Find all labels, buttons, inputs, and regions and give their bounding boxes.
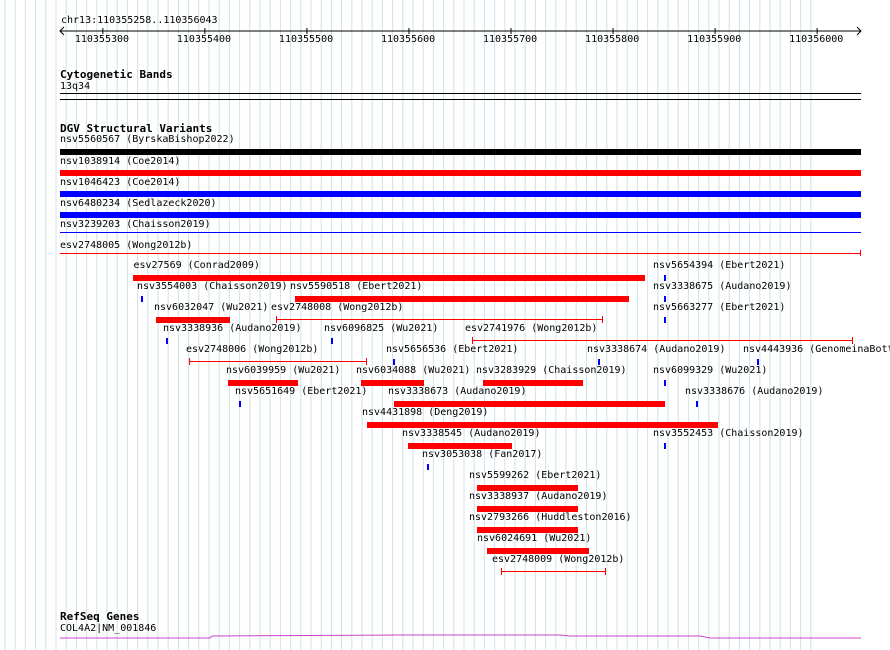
ruler-tick-label: 110355400 (176, 34, 232, 45)
variant-label[interactable]: nsv3338674 (Audano2019) (587, 344, 725, 356)
variant-feature[interactable] (166, 338, 169, 344)
variant-feature[interactable] (664, 443, 667, 449)
variant-label[interactable]: nsv6099329 (Wu2021) (653, 365, 767, 377)
variant-feature[interactable] (695, 401, 698, 407)
variant-label[interactable]: nsv3338936 (Audano2019) (163, 323, 301, 335)
coordinate-ruler[interactable] (0, 24, 890, 50)
gene-feature[interactable] (0, 632, 890, 644)
variant-label[interactable]: nsv3338675 (Audano2019) (653, 281, 791, 293)
variant-label[interactable]: nsv5560567 (ByrskaBishop2022) (60, 134, 235, 146)
cytoband-line-bottom (60, 99, 861, 100)
variant-label[interactable]: esv2748008 (Wong2012b) (271, 302, 403, 314)
cytoband-track-title[interactable]: Cytogenetic Bands (60, 68, 173, 81)
cytoband-label: 13q34 (60, 81, 91, 92)
variant-feature[interactable] (331, 338, 334, 344)
variant-label[interactable]: nsv3338937 (Audano2019) (469, 491, 607, 503)
variant-feature[interactable] (472, 340, 853, 341)
variant-feature[interactable] (60, 253, 861, 254)
variant-feature[interactable] (188, 361, 368, 362)
variant-feature[interactable] (664, 317, 667, 323)
variant-feature[interactable] (60, 149, 861, 155)
genome-browser-view: chr13:110355258..110356043 110355300 1103… (0, 0, 890, 650)
variant-label[interactable]: esv2748005 (Wong2012b) (60, 240, 192, 252)
variant-label[interactable]: nsv5599262 (Ebert2021) (469, 470, 601, 482)
variant-label[interactable]: nsv6480234 (Sedlazeck2020) (60, 198, 217, 210)
variant-label[interactable]: nsv1038914 (Coe2014) (60, 156, 180, 168)
ruler-tick-label: 110355800 (585, 34, 640, 45)
variant-label[interactable]: nsv5656536 (Ebert2021) (386, 344, 518, 356)
gridlines (4, 0, 812, 650)
variant-label[interactable]: esv2748009 (Wong2012b) (492, 554, 624, 566)
variant-feature[interactable] (60, 170, 861, 176)
ruler-tick-label: 110355600 (380, 34, 436, 45)
variant-feature[interactable] (500, 571, 606, 572)
variant-label[interactable]: nsv3338676 (Audano2019) (685, 386, 823, 398)
variant-label[interactable]: nsv6034088 (Wu2021) (356, 365, 470, 377)
variant-label[interactable]: nsv4443936 (GenomeinaBottle2016) (743, 344, 890, 356)
variant-label[interactable]: nsv2793266 (Huddleston2016) (469, 512, 632, 524)
variant-label[interactable]: nsv3283929 (Chaisson2019) (476, 365, 627, 377)
variant-label[interactable]: nsv6032047 (Wu2021) (154, 302, 268, 314)
cytoband-line-top (60, 93, 861, 94)
variant-label[interactable]: nsv3338545 (Audano2019) (402, 428, 540, 440)
variant-feature[interactable] (60, 232, 861, 233)
variant-feature[interactable] (238, 401, 241, 407)
variant-feature[interactable] (427, 464, 430, 470)
variant-feature[interactable] (276, 319, 603, 320)
variant-label[interactable]: esv2741976 (Wong2012b) (465, 323, 597, 335)
refseq-track-title[interactable]: RefSeq Genes (60, 610, 139, 623)
variant-label[interactable]: nsv3053038 (Fan2017) (422, 449, 542, 461)
variant-label[interactable]: nsv6096825 (Wu2021) (324, 323, 438, 335)
ruler-tick-label: 110355700 (483, 34, 538, 45)
ruler-tick-label: 110355900 (687, 34, 742, 45)
variant-label[interactable]: nsv3552453 (Chaisson2019) (653, 428, 804, 440)
variant-feature[interactable] (60, 212, 861, 218)
variant-feature[interactable] (60, 191, 861, 197)
variant-feature[interactable] (140, 296, 143, 302)
variant-label[interactable]: nsv1046423 (Coe2014) (60, 177, 180, 189)
variant-label[interactable]: nsv3239203 (Chaisson2019) (60, 219, 211, 231)
ruler-tick-label: 110355500 (278, 34, 334, 45)
variant-label[interactable]: esv27569 (Conrad2009) (133, 260, 259, 272)
variant-feature[interactable] (664, 380, 667, 386)
variant-label[interactable]: nsv5654394 (Ebert2021) (653, 260, 785, 272)
variant-label[interactable]: esv2748006 (Wong2012b) (186, 344, 318, 356)
variant-label[interactable]: nsv3338673 (Audano2019) (388, 386, 526, 398)
variant-label[interactable]: nsv3554003 (Chaisson2019) (137, 281, 288, 293)
ruler-tick-label: 110355300 (74, 34, 130, 45)
variant-label[interactable]: nsv6024691 (Wu2021) (477, 533, 591, 545)
variant-label[interactable]: nsv5651649 (Ebert2021) (235, 386, 367, 398)
variant-label[interactable]: nsv5590518 (Ebert2021) (290, 281, 422, 293)
variant-label[interactable]: nsv5663277 (Ebert2021) (653, 302, 785, 314)
variant-label[interactable]: nsv4431898 (Deng2019) (362, 407, 488, 419)
ruler-tick-label: 110356000 (789, 34, 844, 45)
variant-label[interactable]: nsv6039959 (Wu2021) (226, 365, 340, 377)
